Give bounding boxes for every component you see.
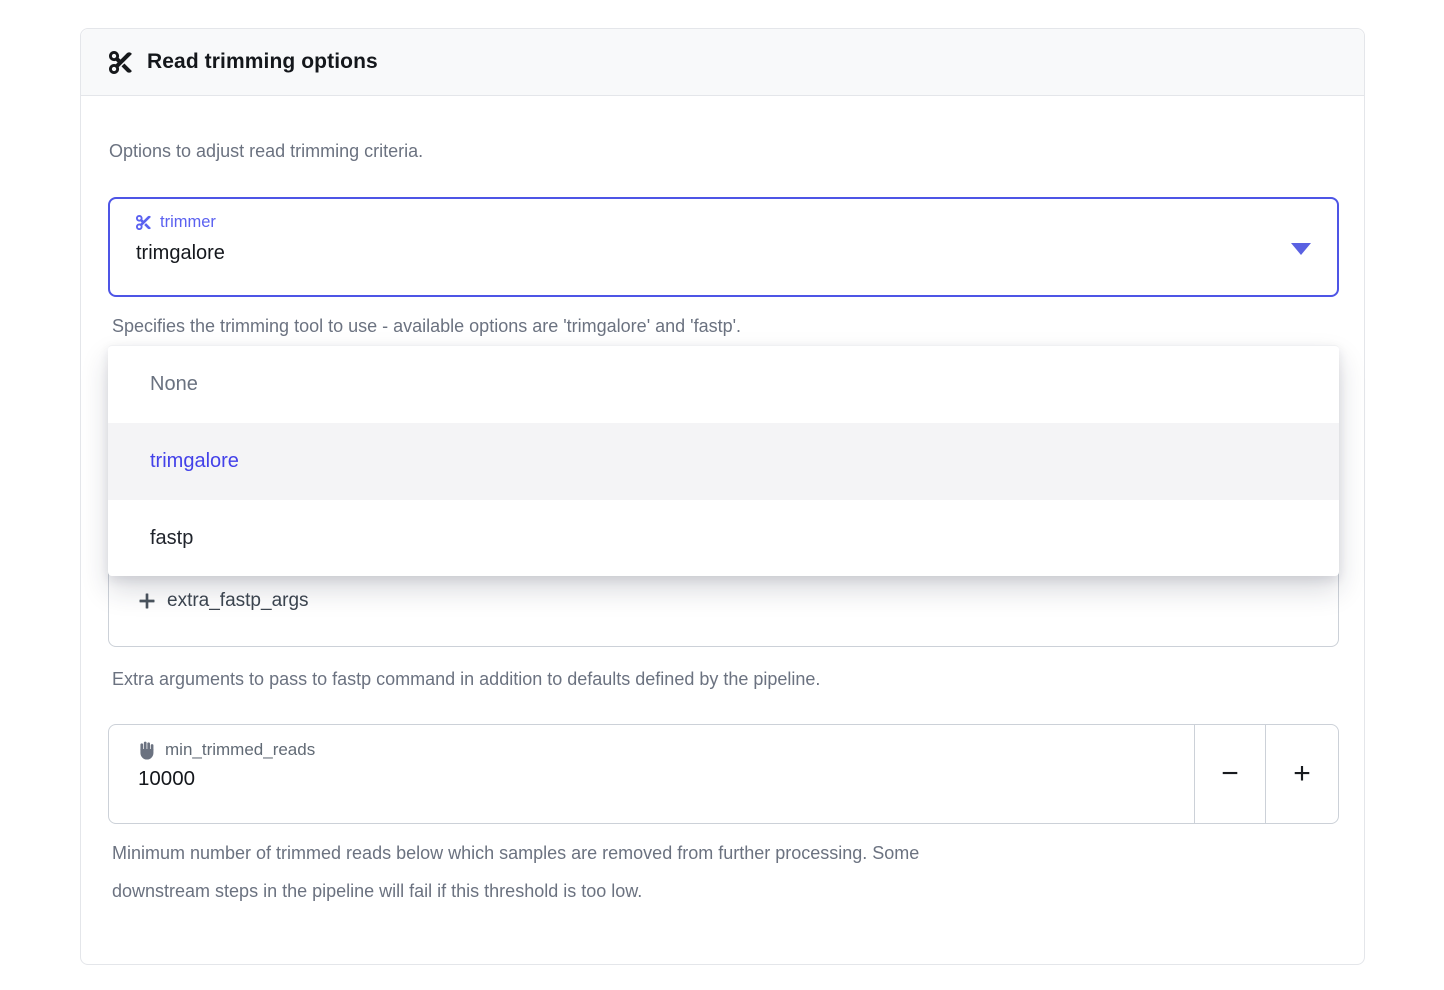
trimmer-label: trimmer — [160, 213, 216, 232]
section-description: Options to adjust read trimming criteria… — [109, 138, 423, 164]
min-trimmed-reads-label: min_trimmed_reads — [165, 740, 315, 760]
decrement-button[interactable]: − — [1195, 725, 1266, 823]
dropdown-option-none[interactable]: None — [108, 346, 1339, 423]
trimmer-value: trimgalore — [136, 242, 1311, 265]
trimmer-help-text: Specifies the trimming tool to use - ava… — [112, 313, 741, 339]
help-line-2: downstream steps in the pipeline will fa… — [112, 872, 919, 910]
help-line-1: Minimum number of trimmed reads below wh… — [112, 834, 919, 872]
plus-icon — [137, 591, 157, 611]
increment-button[interactable]: + — [1266, 725, 1338, 823]
min-trimmed-reads-input[interactable] — [138, 767, 1165, 791]
dropdown-option-fastp[interactable]: fastp — [108, 500, 1339, 576]
card-header: Read trimming options — [81, 29, 1364, 96]
scissors-icon — [136, 215, 151, 230]
trimmer-dropdown-menu: None trimgalore fastp — [108, 345, 1339, 576]
trimmer-select[interactable]: trimmer trimgalore — [108, 197, 1339, 297]
page-title: Read trimming options — [147, 50, 378, 74]
extra-fastp-args-label: extra_fastp_args — [167, 590, 309, 612]
hand-icon — [138, 741, 156, 760]
read-trimming-options-card: Read trimming options Options to adjust … — [80, 28, 1365, 965]
min-trimmed-reads-field[interactable]: min_trimmed_reads — [109, 725, 1195, 823]
min-trimmed-reads-group: min_trimmed_reads − + — [108, 724, 1339, 824]
extra-fastp-args-help-text: Extra arguments to pass to fastp command… — [112, 666, 820, 692]
min-trimmed-reads-help-text: Minimum number of trimmed reads below wh… — [112, 834, 919, 910]
dropdown-option-trimgalore[interactable]: trimgalore — [108, 423, 1339, 500]
chevron-down-icon — [1291, 243, 1311, 255]
scissors-icon — [109, 51, 132, 74]
